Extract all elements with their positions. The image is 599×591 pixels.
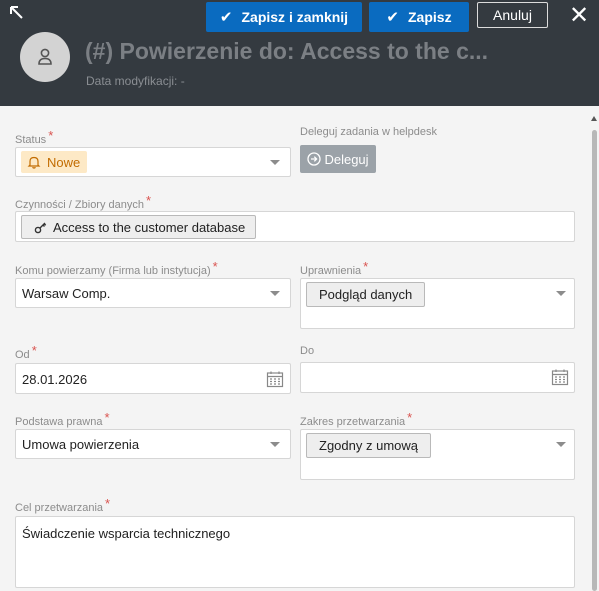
permissions-label: Uprawnienia *	[300, 259, 369, 277]
user-icon	[38, 48, 52, 65]
delegate-label: Deleguj zadania w helpdesk	[300, 126, 437, 138]
from-date-value: 28.01.2026	[22, 372, 88, 387]
avatar	[20, 32, 70, 82]
permission-tag-label: Podgląd danych	[319, 287, 413, 302]
activity-tag-label: Access to the customer database	[53, 219, 246, 235]
check-icon: ✔	[219, 9, 233, 26]
processing-scope-tag-label: Zgodny z umową	[319, 438, 418, 453]
page-title: (#) Powierzenie do: Access to the c...	[85, 38, 489, 64]
activities-label: Czynności / Zbiory danych *	[15, 193, 152, 211]
chevron-down-icon[interactable]	[556, 442, 566, 447]
save-and-close-label: Zapisz i zamknij	[241, 9, 349, 25]
processing-purpose-value: Świadczenie wsparcia technicznego	[22, 526, 231, 541]
processing-scope-tag[interactable]: Zgodny z umową	[306, 433, 431, 458]
permission-tag[interactable]: Podgląd danych	[306, 282, 426, 307]
activity-tag[interactable]: Access to the customer database	[21, 215, 257, 239]
legal-basis-select[interactable]: Umowa powierzenia	[15, 429, 291, 459]
close-icon[interactable]: ✕	[566, 2, 592, 29]
scroll-up-arrow[interactable]	[591, 116, 597, 121]
processing-scope-label: Zakres przetwarzania *	[300, 410, 413, 428]
chevron-down-icon[interactable]	[270, 442, 280, 447]
status-value: Nowe	[47, 154, 81, 170]
arrow-right-circle-icon	[307, 152, 322, 166]
legal-basis-value: Umowa powierzenia	[22, 437, 140, 452]
from-date-field[interactable]: 28.01.2026	[15, 363, 291, 394]
to-date-label: Do	[300, 345, 315, 357]
delegate-button-label: Deleguj	[324, 151, 369, 167]
key-icon	[34, 222, 47, 233]
expand-icon[interactable]	[8, 4, 26, 22]
processing-purpose-label: Cel przetwarzania *	[15, 496, 111, 514]
modified-date: Data modyfikacji: -	[86, 74, 185, 88]
status-label: Status *	[15, 128, 54, 146]
calendar-icon[interactable]	[266, 370, 284, 388]
delegate-button[interactable]: Deleguj	[300, 145, 376, 173]
cancel-label: Anuluj	[493, 7, 532, 23]
cancel-button[interactable]: Anuluj	[477, 2, 548, 28]
save-label: Zapisz	[408, 9, 452, 25]
entrusted-to-value: Warsaw Comp.	[22, 286, 111, 301]
status-badge: Nowe	[21, 151, 88, 173]
entrusted-to-select[interactable]: Warsaw Comp.	[15, 278, 291, 308]
chevron-down-icon[interactable]	[556, 291, 566, 296]
chevron-down-icon[interactable]	[270, 160, 280, 165]
check-icon: ✔	[386, 9, 399, 26]
activities-select[interactable]: Access to the customer database	[15, 211, 575, 242]
bell-icon	[27, 156, 41, 169]
chevron-down-icon[interactable]	[270, 291, 280, 296]
scrollbar[interactable]	[591, 112, 598, 591]
processing-scope-select[interactable]: Zgodny z umową	[300, 429, 575, 480]
dialog-header: ✔ Zapisz i zamknij ✔ Zapisz Anuluj ✕ (#)…	[0, 0, 599, 106]
processing-purpose-textarea[interactable]: Świadczenie wsparcia technicznego	[15, 516, 575, 588]
scrollbar-thumb[interactable]	[592, 130, 597, 591]
permissions-select[interactable]: Podgląd danych	[300, 278, 575, 329]
entrusted-to-label: Komu powierzamy (Firma lub instytucja) *	[15, 259, 218, 277]
legal-basis-label: Podstawa prawna *	[15, 410, 110, 428]
status-select[interactable]: Nowe	[15, 147, 291, 177]
save-button[interactable]: ✔ Zapisz	[369, 2, 469, 32]
save-and-close-button[interactable]: ✔ Zapisz i zamknij	[206, 2, 362, 32]
from-date-label: Od *	[15, 343, 37, 361]
calendar-icon[interactable]	[551, 368, 569, 386]
to-date-field[interactable]	[300, 362, 575, 393]
